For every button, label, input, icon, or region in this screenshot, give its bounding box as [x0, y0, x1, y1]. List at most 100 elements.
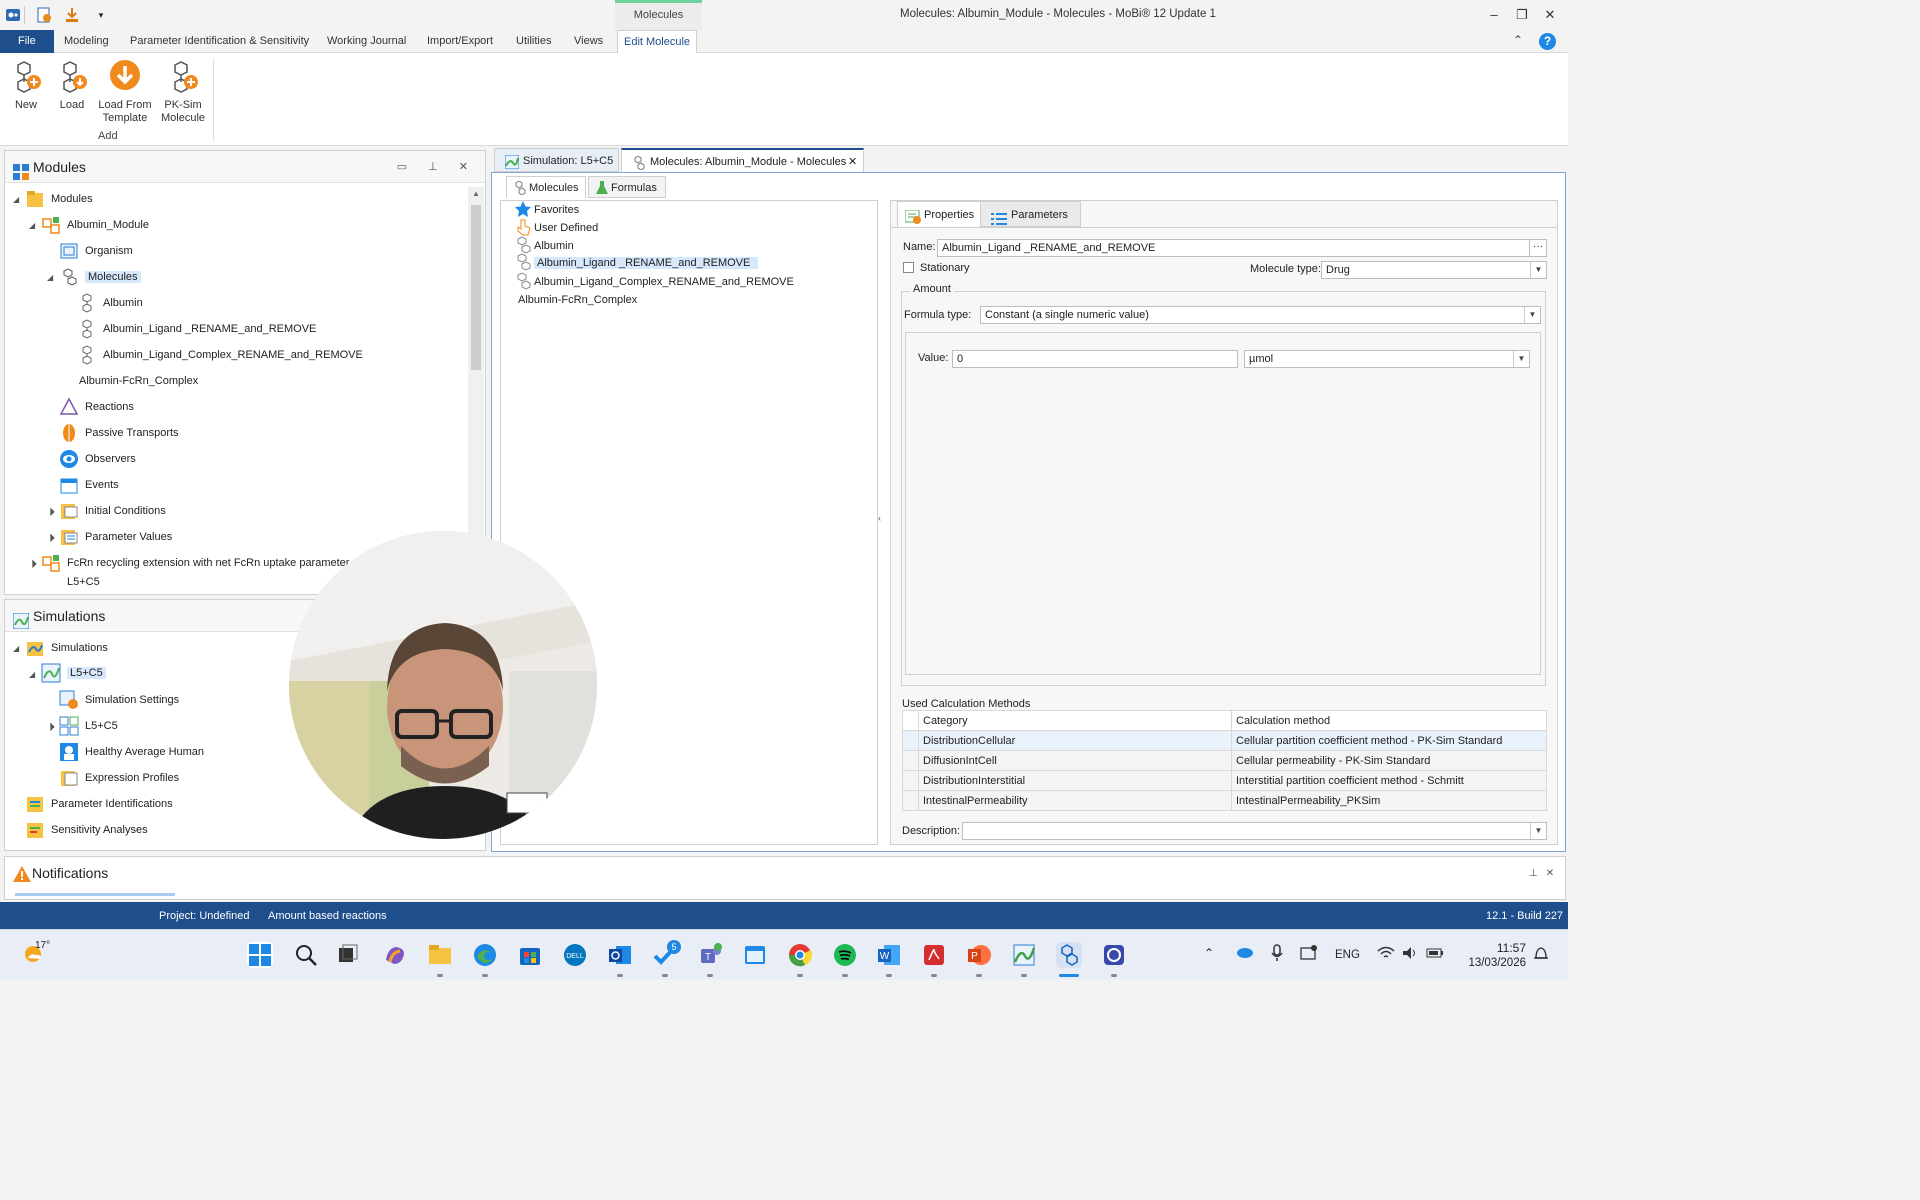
tree-item-albumin[interactable]: Albumin — [82, 292, 143, 314]
notification-bell-icon[interactable] — [1533, 946, 1549, 965]
start-icon[interactable] — [247, 942, 273, 968]
tree-item-albumin-fcrn-complex[interactable]: Albumin-FcRn_Complex — [79, 370, 198, 392]
tab-views[interactable]: Views — [568, 30, 609, 53]
battery-icon[interactable] — [1426, 946, 1444, 963]
tree-item-simulation-settings[interactable]: Simulation Settings — [59, 689, 179, 711]
close-tab-icon[interactable]: ✕ — [848, 150, 857, 174]
tree-item-modules[interactable]: Modules — [27, 188, 93, 210]
volume-icon[interactable] — [1402, 946, 1420, 963]
clock-date[interactable]: 13/03/2026 — [1460, 957, 1526, 969]
tree-item-molecules[interactable]: Molecules — [63, 266, 141, 288]
search-icon[interactable] — [293, 942, 319, 968]
name-field[interactable] — [937, 239, 1530, 257]
close-window-button[interactable]: ✕ — [1539, 6, 1561, 24]
subtab-formulas[interactable]: Formulas — [588, 176, 666, 198]
load-from-template-button[interactable]: Load From Template — [97, 57, 153, 125]
teams-icon[interactable]: T — [697, 942, 723, 968]
word-icon[interactable]: W — [876, 942, 902, 968]
new-project-icon[interactable] — [35, 6, 53, 24]
tab-edit-molecule[interactable]: Edit Molecule — [617, 30, 698, 53]
save-icon[interactable] — [63, 6, 81, 24]
new-molecule-button[interactable]: New — [6, 57, 46, 112]
tree-item-expression-profiles[interactable]: Expression Profiles — [61, 767, 179, 789]
tab-parameter-identification[interactable]: Parameter Identification & Sensitivity — [124, 30, 315, 53]
tab-working-journal[interactable]: Working Journal — [321, 30, 412, 53]
copilot-icon[interactable] — [382, 942, 408, 968]
device-settings-icon[interactable] — [1300, 944, 1318, 965]
customize-quick-access-icon[interactable]: ▾ — [92, 6, 110, 24]
dell-icon[interactable]: DELL — [562, 942, 588, 968]
tab-file[interactable]: File — [0, 30, 54, 53]
acrobat-icon[interactable] — [921, 942, 947, 968]
app-icon-g[interactable] — [1101, 942, 1127, 968]
tray-chevron-up-icon[interactable]: ⌃ — [1204, 946, 1214, 960]
spotify-icon[interactable] — [832, 942, 858, 968]
tree-item-l5c5-module[interactable]: L5+C5 — [67, 575, 100, 589]
microphone-icon[interactable] — [1271, 944, 1283, 965]
tree-item-reactions[interactable]: Reactions — [59, 396, 134, 418]
collapse-arrow[interactable]: ◢ — [45, 506, 56, 517]
tree-item-albumin-ligand[interactable]: Albumin_Ligand _RENAME_and_REMOVE — [82, 318, 316, 340]
tree-item-observers[interactable]: Observers — [60, 448, 136, 470]
stationary-checkbox[interactable] — [903, 262, 914, 273]
language-indicator[interactable]: ENG — [1335, 949, 1360, 961]
help-icon[interactable]: ? — [1539, 33, 1556, 50]
notifications-window-buttons[interactable]: ⊥✕ — [1529, 868, 1562, 879]
value-field[interactable] — [952, 350, 1238, 368]
tree-item-parameter-values[interactable]: Parameter Values — [61, 526, 172, 548]
pk-sim-icon[interactable] — [1011, 942, 1037, 968]
table-row[interactable]: DiffusionIntCell Cellular permeability -… — [902, 750, 1547, 771]
expand-arrow[interactable]: ◢ — [29, 670, 35, 679]
file-explorer-icon[interactable] — [427, 942, 453, 968]
store-icon[interactable] — [517, 942, 543, 968]
panel-window-buttons[interactable]: ▭ ⊥ ✕ — [397, 151, 477, 183]
collapse-arrow[interactable]: ◢ — [27, 558, 38, 569]
tree-item-sensitivity-analyses[interactable]: Sensitivity Analyses — [27, 819, 148, 841]
mobi-icon[interactable] — [1056, 942, 1082, 968]
expand-arrow[interactable]: ◢ — [13, 195, 19, 204]
expand-arrow[interactable]: ◢ — [29, 221, 35, 230]
outlook-icon[interactable] — [607, 942, 633, 968]
tree-item-parameter-identifications[interactable]: Parameter Identifications — [27, 793, 173, 815]
load-molecule-button[interactable]: Load — [52, 57, 92, 112]
unit-dropdown[interactable]: µmol ▼ — [1244, 350, 1530, 368]
description-field[interactable]: ▼ — [962, 822, 1547, 840]
onedrive-icon[interactable] — [1235, 946, 1253, 961]
tab-modeling[interactable]: Modeling — [58, 30, 115, 53]
collapse-splitter-icon[interactable]: ‹ — [878, 513, 881, 523]
tree-item-albumin-ligand-complex[interactable]: Albumin_Ligand_Complex_RENAME_and_REMOVE — [82, 344, 363, 366]
tree-item-healthy-average-human[interactable]: Healthy Average Human — [60, 741, 204, 763]
collapse-arrow[interactable]: ◢ — [45, 532, 56, 543]
subtab-molecules[interactable]: Molecules — [506, 176, 586, 198]
edge-icon[interactable] — [472, 942, 498, 968]
restore-button[interactable]: ❐ — [1511, 6, 1533, 24]
collapse-ribbon-icon[interactable]: ⌃ — [1513, 33, 1523, 47]
clock-time[interactable]: 11:57 — [1490, 941, 1526, 955]
tab-utilities[interactable]: Utilities — [510, 30, 557, 53]
tree-item-albumin-module[interactable]: Albumin_Module — [42, 214, 149, 236]
tree-item-initial-conditions[interactable]: Initial Conditions — [61, 500, 166, 522]
tab-parameters[interactable]: Parameters — [980, 201, 1081, 227]
tree-item-simulations[interactable]: Simulations — [27, 637, 108, 659]
chrome-icon[interactable] — [787, 942, 813, 968]
tree-item-l5c5-config[interactable]: L5+C5 — [59, 715, 118, 737]
pk-sim-molecule-button[interactable]: PK-Sim Molecule — [160, 57, 206, 125]
task-view-icon[interactable] — [335, 942, 361, 968]
list-item-albumin-fcrn-complex[interactable]: Albumin-FcRn_Complex — [518, 289, 637, 311]
name-ellipsis-button[interactable]: ··· — [1529, 239, 1547, 257]
tree-item-simulation-l5c5[interactable]: L5+C5 — [41, 662, 106, 684]
tab-simulation-l5c5[interactable]: Simulation: L5+C5 — [494, 148, 619, 172]
tree-item-fcrn-module[interactable]: FcRn recycling extension with net FcRn u… — [42, 552, 364, 574]
powerpoint-icon[interactable]: P — [966, 942, 992, 968]
table-row[interactable]: DistributionCellular Cellular partition … — [902, 730, 1547, 751]
calendar-app-icon[interactable] — [742, 942, 768, 968]
collapse-arrow[interactable]: ◢ — [45, 721, 56, 732]
tree-item-events[interactable]: Events — [60, 474, 119, 496]
molecule-type-dropdown[interactable]: Drug ▼ — [1321, 261, 1547, 279]
wifi-icon[interactable] — [1377, 946, 1395, 963]
tab-import-export[interactable]: Import/Export — [421, 30, 499, 53]
tab-molecules-albumin-module[interactable]: Molecules: Albumin_Module - Molecules ✕ — [621, 148, 864, 172]
expand-arrow[interactable]: ◢ — [13, 644, 19, 653]
formula-type-dropdown[interactable]: Constant (a single numeric value) ▼ — [980, 306, 1541, 324]
minimize-button[interactable]: – — [1483, 6, 1505, 24]
